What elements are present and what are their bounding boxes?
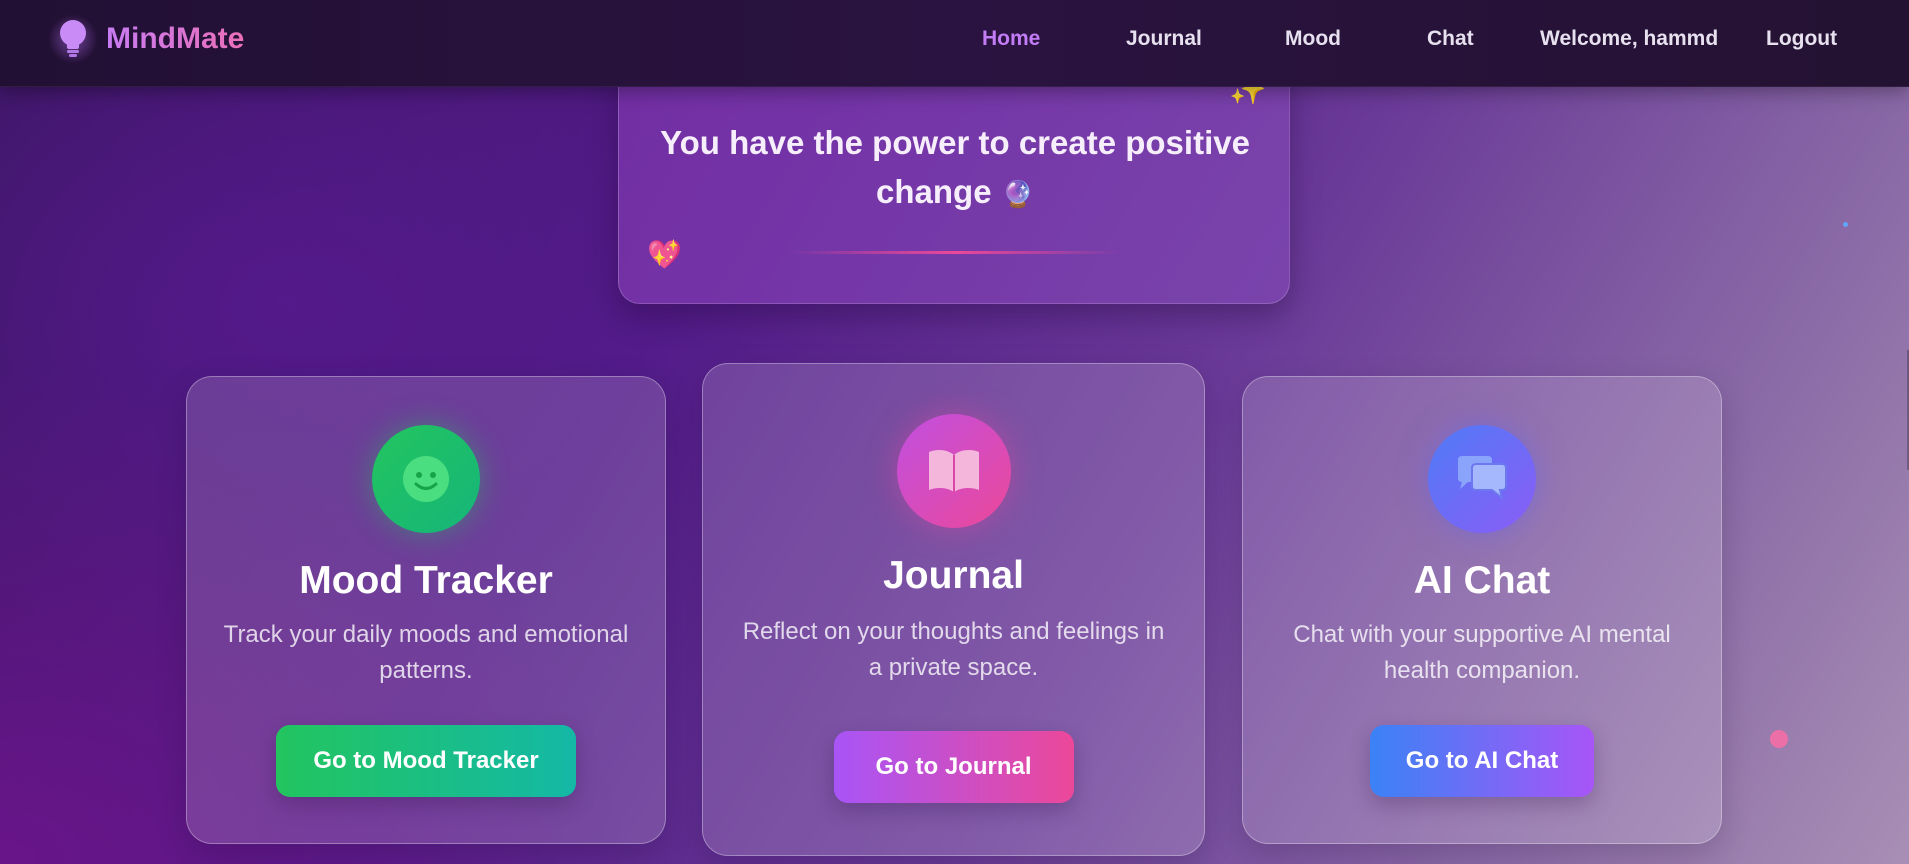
brand-name: MindMate	[106, 22, 245, 55]
go-to-ai-chat-button[interactable]: Go to AI Chat	[1370, 725, 1594, 797]
card-description: Chat with your supportive AI mental heal…	[1293, 621, 1671, 684]
nav-home-link[interactable]: Home	[982, 26, 1040, 52]
go-to-journal-button[interactable]: Go to Journal	[833, 731, 1074, 803]
sparkling-heart-icon: 💖	[647, 239, 682, 270]
mood-tracker-card: Mood Tracker Track your daily moods and …	[186, 376, 666, 844]
book-icon	[896, 414, 1011, 528]
top-navbar: MindMate Home Journal Mood Chat Welcome,…	[0, 0, 1909, 87]
quote-message: You have the power to create positive ch…	[660, 124, 1250, 210]
ai-chat-card: AI Chat Chat with your supportive AI men…	[1242, 376, 1722, 844]
card-title: AI Chat	[1413, 559, 1551, 602]
card-title: Mood Tracker	[299, 559, 553, 602]
journal-card: Journal Reflect on your thoughts and fee…	[702, 363, 1205, 856]
nav-mood-link[interactable]: Mood	[1285, 26, 1341, 52]
nav-journal-link[interactable]: Journal	[1126, 26, 1202, 52]
card-title: Journal	[883, 554, 1024, 597]
card-description: Reflect on your thoughts and feelings in…	[742, 618, 1165, 681]
quote-card: ✨ You have the power to create positive …	[618, 70, 1290, 304]
go-to-mood-tracker-button[interactable]: Go to Mood Tracker	[276, 725, 576, 797]
brand-logo[interactable]: MindMate	[48, 14, 244, 64]
smiley-icon	[372, 425, 480, 533]
quote-text: You have the power to create positive ch…	[659, 118, 1251, 219]
decorative-dot	[1770, 730, 1788, 748]
chat-bubbles-icon	[1428, 425, 1536, 533]
card-description: Track your daily moods and emotional pat…	[223, 621, 629, 684]
lightbulb-icon	[48, 14, 98, 64]
nav-chat-link[interactable]: Chat	[1427, 26, 1474, 52]
decorative-dot	[1843, 222, 1848, 227]
welcome-text: Welcome, hammd	[1540, 27, 1719, 50]
quote-divider	[789, 251, 1121, 254]
logout-link[interactable]: Logout	[1766, 26, 1837, 52]
crystal-ball-icon: 🔮	[1001, 179, 1034, 209]
